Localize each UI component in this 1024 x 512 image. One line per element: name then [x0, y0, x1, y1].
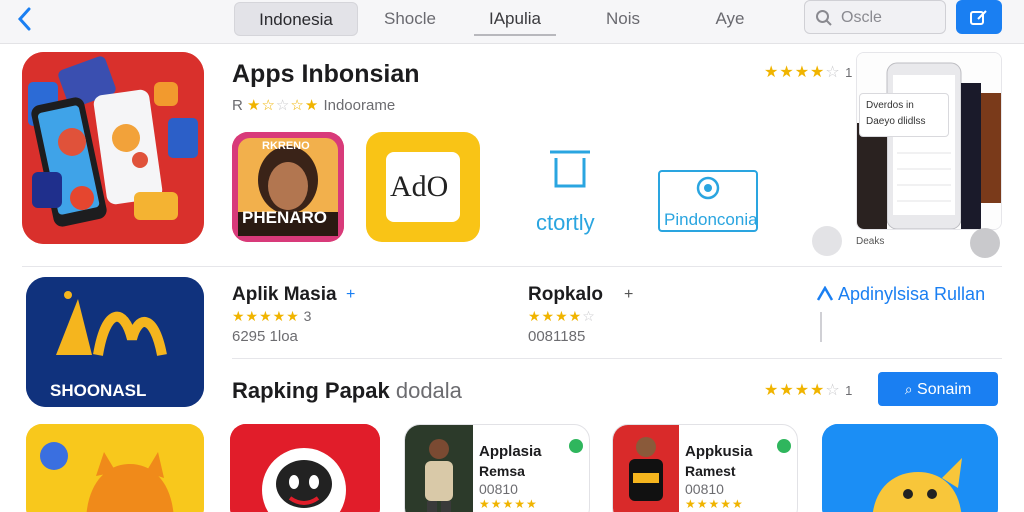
star-rating-icon: ★★★★☆ [764, 382, 841, 399]
app-rating: ★★★★☆ [528, 308, 596, 325]
featured-subtitle: Indoorame [323, 97, 396, 114]
section-title: Rapking Papak dodala [232, 378, 462, 404]
tile-label: PHENARO [242, 208, 328, 227]
phone-footer-caption: Deaks [856, 236, 885, 247]
search-icon [815, 9, 833, 27]
compose-icon [970, 10, 987, 25]
card-subtitle: Ramest [685, 463, 736, 479]
featured-subtitle-row: R ★☆☆☆★ Indoorame [232, 96, 395, 114]
app-meta: 6295 1loa [232, 328, 298, 345]
vertical-divider [820, 312, 822, 342]
featured-banner-image[interactable] [22, 52, 204, 244]
phone-caption-2: Daeyo dlidlss [866, 116, 926, 127]
add-icon[interactable]: + [346, 286, 355, 304]
featured-sub-prefix: R [232, 97, 243, 114]
app-icon-label: SHOONASL [50, 381, 147, 400]
featured-rating: ★★★★☆ 1 [764, 62, 852, 82]
app-name[interactable]: Ropkalo [528, 284, 603, 306]
tile-label-pindonconia[interactable]: Pindonconia [664, 210, 758, 230]
wrench-icon[interactable] [970, 228, 1000, 258]
rating-count: 1 [845, 383, 853, 398]
app-tile-phenaro[interactable]: RKRENO PHENARO [232, 132, 344, 242]
tab-apulia[interactable]: IАpulia [474, 2, 556, 36]
card-title: Applasia [479, 443, 542, 460]
app-card[interactable] [822, 424, 998, 512]
phone-screenshot[interactable]: Dverdos in Daeyo dlidlss Deaks [856, 52, 1002, 230]
link-icon [816, 285, 834, 301]
app-rating: ★★★★★ 3 [232, 308, 311, 325]
card-subtitle: Remsa [479, 463, 525, 479]
tab-aye[interactable]: Aye [690, 2, 770, 36]
section-title-light: dodala [395, 378, 462, 403]
card-title: Appkusia [685, 443, 753, 460]
compose-button[interactable] [956, 0, 1002, 34]
rating-count: 3 [303, 308, 312, 324]
top-bar: Indonesia Shocle IАpulia Nois Aye Oscle [0, 0, 1024, 44]
tab-nois[interactable]: Nois [578, 2, 668, 36]
tile-top-label: RKRENO [262, 140, 310, 152]
featured-title: Apps Inbonsian [232, 60, 420, 88]
card-meta: 00810 [479, 481, 518, 497]
verified-badge-icon [569, 439, 583, 453]
link-apdinylsisa[interactable]: Apdinylsisa Rullan [816, 284, 985, 305]
search-input[interactable]: Oscle [804, 0, 946, 34]
app-name[interactable]: Aplik Masia [232, 284, 337, 306]
phone-caption-1: Dverdos in [866, 100, 914, 111]
tile-label: AdO [390, 170, 449, 203]
verified-badge-icon [777, 439, 791, 453]
card-meta: 00810 [685, 481, 724, 497]
tab-shocle[interactable]: Shocle [360, 2, 460, 36]
app-meta: 0081185 [528, 328, 586, 345]
section-title-text: Rapking Papak [232, 378, 390, 403]
app-card[interactable] [230, 424, 380, 512]
star-rating-icon: ★★★★☆ [764, 64, 841, 81]
chevron-left-icon[interactable] [14, 6, 36, 32]
tab-indonesia[interactable]: Indonesia [234, 2, 358, 36]
app-card[interactable] [26, 424, 204, 512]
tile-label-ctortly[interactable]: ctortly [536, 210, 595, 236]
circle-icon[interactable] [812, 226, 842, 256]
rating-count: 1 [845, 65, 853, 80]
search-placeholder: Oscle [841, 9, 882, 26]
phone-popup: Dverdos in Daeyo dlidlss [859, 93, 949, 137]
app-tile-ado[interactable]: AdO [366, 132, 480, 242]
search-button[interactable]: ⌕ Sonaim [878, 372, 998, 406]
star-rating-icon: ★★★★★ [232, 308, 300, 324]
search-icon: ⌕ [904, 381, 913, 397]
link-label: Apdinylsisa Rullan [838, 284, 986, 304]
star-rating-icon: ★★★★★ [479, 497, 538, 511]
bracket-icon [544, 146, 596, 201]
search-button-label: Sonaim [917, 381, 972, 398]
app-icon-shoonasl[interactable]: SHOONASL [26, 277, 204, 407]
divider [232, 358, 1002, 359]
app-card[interactable]: Applasia Remsa 00810 ★★★★★ [404, 424, 590, 512]
section-rating: ★★★★☆ 1 [764, 380, 852, 400]
app-card[interactable]: Appkusia Ramest 00810 ★★★★★ [612, 424, 798, 512]
add-icon[interactable]: + [624, 286, 633, 304]
star-rating-icon: ★★★★☆ [528, 308, 596, 324]
star-rating-icon: ★★★★★ [685, 497, 744, 511]
divider [22, 266, 1002, 267]
star-rating-icon: ★☆☆☆★ [247, 97, 320, 114]
